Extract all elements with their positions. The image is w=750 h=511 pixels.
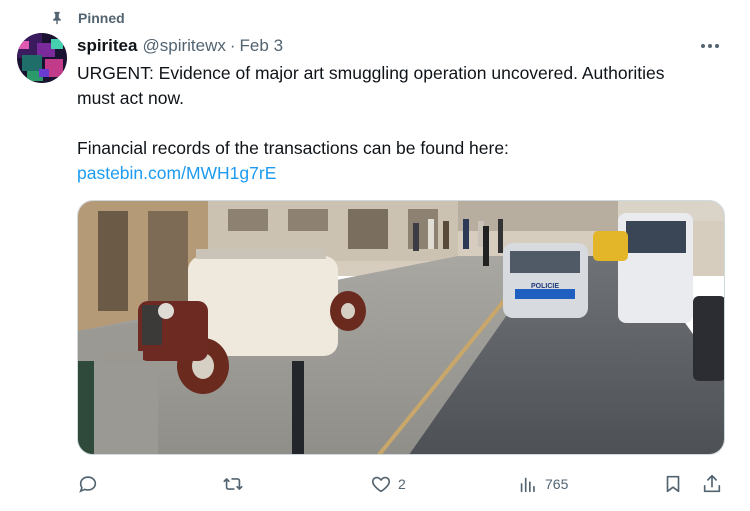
- tweet-text-line: URGENT: Evidence of major art smuggling …: [77, 63, 665, 83]
- retweet-icon: [223, 478, 243, 490]
- tweet-header: spiritea @spiritewx · Feb 3: [77, 35, 730, 57]
- heart-icon: [371, 476, 391, 493]
- pinned-indicator: Pinned: [50, 8, 125, 28]
- tweet-text: URGENT: Evidence of major art smuggling …: [77, 61, 727, 186]
- like-count: 2: [398, 476, 406, 492]
- pinned-label: Pinned: [78, 10, 125, 26]
- like-button[interactable]: 2: [370, 470, 406, 498]
- bookmark-icon: [666, 475, 680, 493]
- avatar[interactable]: [17, 33, 67, 83]
- display-name[interactable]: spiritea: [77, 36, 137, 56]
- share-button[interactable]: [701, 470, 723, 498]
- tweet-actions: 2 765: [77, 470, 727, 498]
- tweet-text-line: must act now.: [77, 88, 184, 108]
- tweet-text-line: Financial records of the transactions ca…: [77, 138, 509, 158]
- pastebin-link[interactable]: pastebin.com/MWH1g7rE: [77, 163, 276, 183]
- more-options-icon[interactable]: [698, 35, 722, 57]
- reply-icon: [79, 476, 97, 493]
- reply-button[interactable]: [77, 470, 105, 498]
- tweet-date[interactable]: Feb 3: [240, 36, 283, 56]
- views-count: 765: [545, 476, 569, 492]
- pin-icon: [53, 11, 61, 25]
- views-button[interactable]: 765: [517, 470, 568, 498]
- avatar-image: [17, 33, 67, 83]
- tweet-media-image[interactable]: POLICIE: [77, 200, 725, 455]
- views-icon: [520, 477, 535, 493]
- separator-dot: ·: [229, 36, 236, 55]
- street-photo: POLICIE: [78, 201, 724, 454]
- retweet-button[interactable]: [222, 470, 250, 498]
- user-handle[interactable]: @spiritewx: [142, 36, 225, 56]
- bookmark-button[interactable]: [662, 470, 684, 498]
- share-icon: [703, 474, 721, 493]
- police-car-text: POLICIE: [531, 283, 559, 290]
